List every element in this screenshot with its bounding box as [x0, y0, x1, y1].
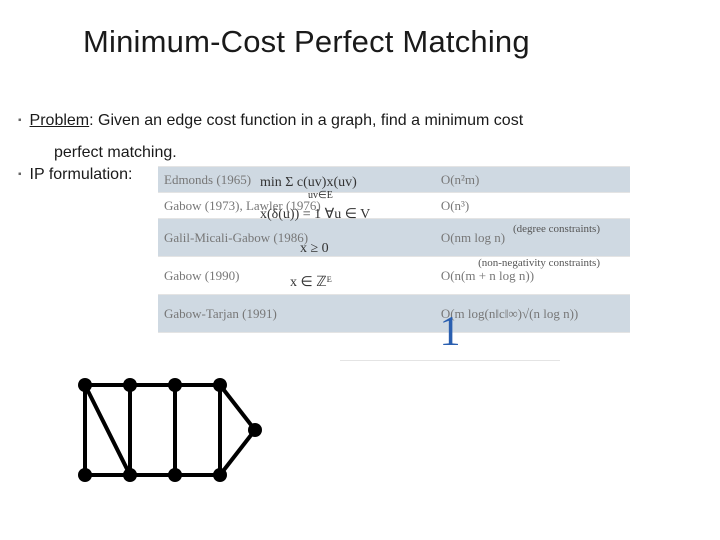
bullet-glyph-icon: ▪	[18, 115, 22, 126]
ip-label: IP formulation:	[30, 164, 133, 186]
graph-illustration	[70, 370, 265, 500]
bullet-text: Problem: Given an edge cost function in …	[30, 110, 524, 132]
problem-continuation: perfect matching.	[54, 144, 700, 162]
bullet-problem: ▪ Problem: Given an edge cost function i…	[18, 110, 700, 132]
bullet-glyph-icon: ▪	[18, 169, 22, 180]
problem-rest: : Given an edge cost function in a graph…	[89, 112, 523, 129]
formula-integer: x ∈ ℤᴱ	[290, 272, 520, 294]
slide: Minimum-Cost Perfect Matching ▪ Problem:…	[0, 0, 720, 540]
problem-label: Problem	[30, 112, 90, 129]
big-one-digit: 1	[340, 308, 560, 361]
ip-formula-block: min Σ c(uv)x(uv) uv∈E x(δ(u)) = 1 ∀u ∈ V…	[260, 172, 520, 295]
slide-title: Minimum-Cost Perfect Matching	[83, 24, 530, 60]
